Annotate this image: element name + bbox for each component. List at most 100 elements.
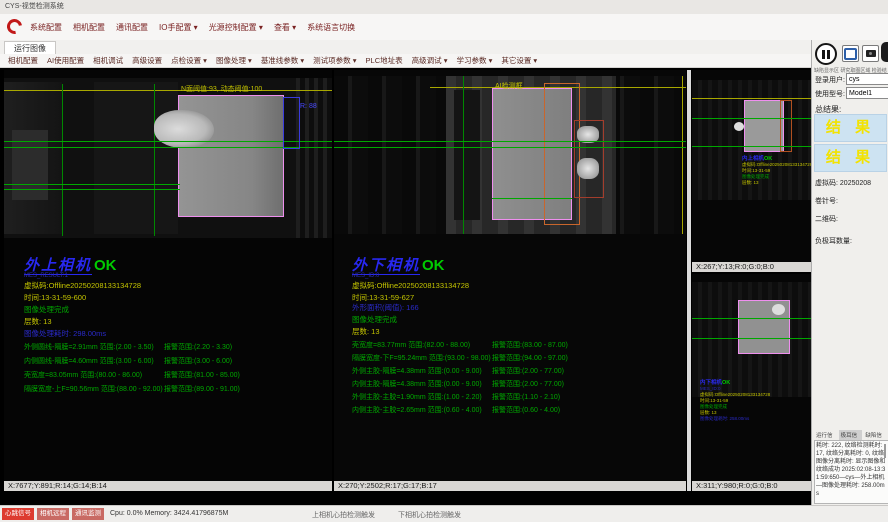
camera-view-inner-top[interactable]: 内上相机OK 虚拟码:Offline20250208133134728 时间:1…	[692, 70, 811, 272]
menu-item[interactable]: 通讯配置	[116, 22, 148, 33]
measurement-text: 内侧主胶-隔膜=4.38mm 范围:(0.00 - 9.00)	[352, 381, 482, 388]
measure-line-green	[492, 198, 572, 199]
toolbar-item[interactable]: 其它设置 ▾	[501, 55, 537, 66]
measurement-text: 隔膜宽度-上F=90.56mm 范围:(88.00 - 92.00)	[24, 386, 163, 393]
toolbar-item[interactable]: 点检设置 ▾	[171, 55, 207, 66]
run-log[interactable]: 耗时: 222, 纹络检测耗时: 17, 纹络分离耗时: 0, 纹络图像分离耗时…	[814, 440, 888, 504]
tab-run-image[interactable]: 运行图像	[4, 41, 56, 55]
barcode-label: 虚拟码: 20250208	[815, 178, 871, 188]
layers-line: 层数: 13	[742, 180, 811, 186]
app-window: CYS-视觉检测系统 系统配置相机配置通讯配置IO手配置 ▾光源控制配置 ▾查看…	[0, 0, 888, 522]
menu-items: 系统配置相机配置通讯配置 IO手配置 ▾ 光源控制配置 ▾ 查看 ▾ 系统语言切换	[30, 14, 355, 40]
process-done-line: 图像处理完成	[352, 314, 397, 325]
snapshot-button[interactable]	[862, 45, 879, 62]
elapsed-line: 图像处理耗时: 258.00ms	[700, 416, 770, 422]
toolbar-item[interactable]: PLC地址表	[366, 55, 403, 66]
measurement-text: 内侧主胶-主胶=2.65mm 范围:(0.60 - 4.00)	[352, 407, 482, 414]
menu-item[interactable]: 系统语言切换	[307, 22, 355, 33]
mes-line: MES_ID:0	[352, 273, 379, 279]
layers-line: 层数: 13	[352, 326, 380, 337]
measure-line-green	[692, 338, 811, 339]
camera-result-title: 外下相机OK	[352, 254, 445, 275]
measure-line-green	[334, 141, 686, 142]
toolbar-item[interactable]: 相机配置	[8, 55, 38, 66]
titlebar: CYS-视觉检测系统	[0, 0, 888, 14]
menu-item[interactable]: IO手配置 ▾	[159, 22, 198, 33]
roi-box-orange	[780, 100, 792, 152]
toolbar-item[interactable]: 基准线参数 ▾	[261, 55, 304, 66]
control-panel: 缺陷显示区 研究取图区域 检验结果区域 登录用户: 使用型号: 总结果: 结 果…	[811, 40, 888, 505]
camera-settings-button[interactable]	[842, 45, 859, 62]
camera-view-inner-bottom[interactable]: 内下相机OK MES_ID:0 虚拟码:Offline2025020813313…	[692, 274, 811, 491]
measure-line-green	[692, 146, 811, 147]
comm-monitor-badge: 通讯监测	[72, 508, 104, 520]
measurement-text: 外侧主胶-隔膜=4.38mm 范围:(0.00 - 9.00)	[352, 368, 482, 375]
scrollbar-thumb[interactable]	[884, 444, 886, 458]
measurement-text: 隔膜宽度-下F=95.24mm 范围:(93.00 - 98.00)	[352, 355, 491, 362]
roi-box-blue	[283, 97, 300, 149]
threshold-label: N面阈值:93, 动态阈值:100	[181, 84, 262, 94]
splitter[interactable]	[687, 70, 691, 491]
toolbar-item[interactable]: AI使用配置	[47, 55, 84, 66]
measure-line-green	[4, 189, 180, 190]
menu-item[interactable]: 系统配置	[30, 22, 62, 33]
guide-line-vertical	[62, 84, 63, 236]
machine-column	[94, 82, 178, 234]
menu-bar: 系统配置相机配置通讯配置 IO手配置 ▾ 光源控制配置 ▾ 查看 ▾ 系统语言切换	[0, 14, 888, 41]
toolbar-item[interactable]: 学习参数 ▾	[456, 55, 492, 66]
measure-line-green	[334, 147, 686, 148]
login-user-label: 登录用户:	[815, 75, 845, 85]
result-box-2: 结 果	[814, 144, 887, 172]
menu-item[interactable]: 光源控制配置 ▾	[209, 22, 263, 33]
alarm-range-text: 报警范围:(1.10 - 2.10)	[492, 392, 560, 402]
alarm-range-text: 报警范围:(0.60 - 4.00)	[492, 405, 560, 415]
alarm-range-text: 报警范围:(83.00 - 87.00)	[492, 340, 568, 350]
mini-result-overlay: 内下相机OK MES_ID:0 虚拟码:Offline2025020813313…	[700, 380, 770, 422]
measure-line-green	[692, 118, 811, 119]
result-ok: OK	[722, 380, 730, 386]
pause-button[interactable]	[815, 43, 837, 65]
measurement-list: 壳宽度=83.77mm 范围:(82.00 - 88.00) 报警范围:(83.…	[352, 340, 682, 418]
tab-count-label: 负极耳数量:	[815, 236, 852, 246]
guide-line-vertical	[154, 84, 155, 236]
camera-remote-badge: 相机远程	[37, 508, 69, 520]
menu-item[interactable]: 相机配置	[73, 22, 105, 33]
pixel-status-line: X:311;Y:980;R:0;G:0;B:0	[692, 481, 811, 491]
measurement-text: 外侧主胶-主胶=1.90mm 范围:(1.00 - 2.20)	[352, 394, 482, 401]
toolbar-item[interactable]: 高级设置	[132, 55, 162, 66]
process-done-line: 图像处理完成	[24, 304, 69, 315]
baseline-yellow-vertical	[682, 76, 683, 234]
measurement-row: 外侧主胶-主胶=1.90mm 范围:(1.00 - 2.20) 报警范围:(1.…	[352, 392, 682, 405]
menu-item[interactable]: 查看 ▾	[274, 22, 296, 33]
app-logo-icon	[4, 16, 25, 37]
mini-result-overlay: 内上相机OK 虚拟码:Offline20250208133134728 时间:1…	[742, 156, 811, 186]
elapsed-line: 图像处理耗时: 298.00ms	[24, 328, 106, 339]
result-ok: OK	[422, 257, 445, 274]
pixel-status-line: X:7677;Y:891;R:14;G:14;B:14	[4, 481, 332, 491]
camera-result-title: 外上相机OK	[24, 254, 117, 275]
camera-view-outer-bottom[interactable]: AI检测框 外下相机OK MES_ID:0 虚拟码:Offline2025020…	[334, 70, 686, 491]
main-area: N面阈值:93, 动态阈值:100 R: 88 外上相机OK MES_RESUL…	[0, 68, 811, 505]
measurement-text: 壳宽度=83.77mm 范围:(82.00 - 88.00)	[352, 342, 470, 349]
bright-blob	[577, 158, 599, 179]
camera-view-outer-top[interactable]: N面阈值:93, 动态阈值:100 R: 88 外上相机OK MES_RESUL…	[4, 70, 332, 491]
alarm-range-text: 报警范围:(2.00 - 77.00)	[492, 379, 564, 389]
measurement-row: 隔膜宽度-下F=95.24mm 范围:(93.00 - 98.00) 报警范围:…	[352, 353, 682, 366]
alarm-range-text: 报警范围:(94.00 - 97.00)	[492, 353, 568, 363]
measurement-row: 隔膜宽度-上F=90.56mm 范围:(88.00 - 92.00) 报警范围:…	[24, 384, 324, 398]
measurement-row: 外侧圆线-隔膜=2.91mm 范围:(2.00 - 3.50) 报警范围:(2.…	[24, 342, 324, 356]
mes-line: MES_RESULT:1	[24, 273, 68, 279]
alarm-range-text: 报警范围:(89.00 - 91.00)	[164, 384, 240, 394]
measure-line-green	[692, 318, 811, 319]
alarm-range-text: 报警范围:(2.20 - 3.30)	[164, 342, 232, 352]
toolbar-item[interactable]: 图像处理 ▾	[216, 55, 252, 66]
toolbar-item[interactable]: 高级调试 ▾	[412, 55, 448, 66]
horn-icon[interactable]	[881, 42, 888, 62]
toolbar-item[interactable]: 测试项参数 ▾	[313, 55, 356, 66]
toolbar-item[interactable]: 相机调试	[93, 55, 123, 66]
model-field[interactable]	[846, 87, 888, 99]
measurement-text: 内侧圆线-隔膜=4.60mm 范围:(3.00 - 6.00)	[24, 358, 154, 365]
measurement-row: 内侧主胶-隔膜=4.38mm 范围:(0.00 - 9.00) 报警范围:(2.…	[352, 379, 682, 392]
login-user-field[interactable]	[846, 73, 888, 85]
measurement-row: 壳宽度=83.77mm 范围:(82.00 - 88.00) 报警范围:(83.…	[352, 340, 682, 353]
